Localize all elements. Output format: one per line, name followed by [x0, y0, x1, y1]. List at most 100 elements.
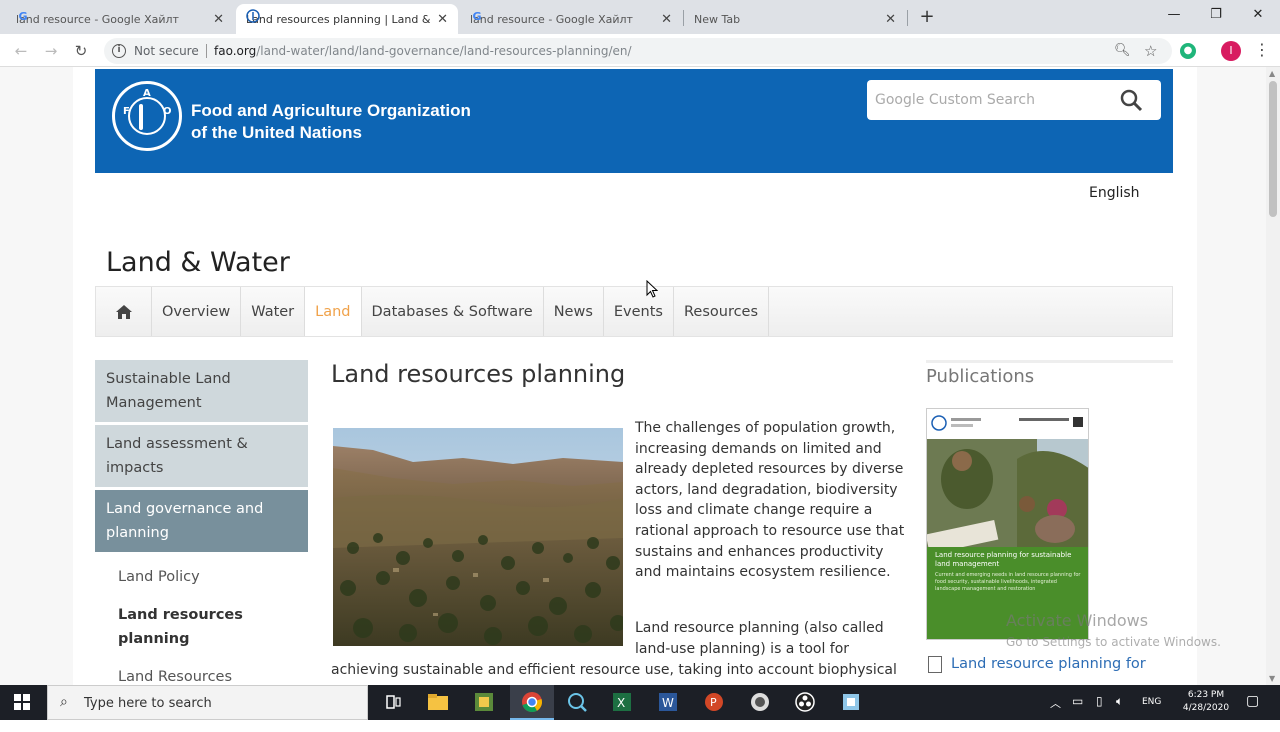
article-paragraph-2-continued: achieving sustainable and efficient reso… — [331, 662, 897, 678]
new-tab-button[interactable]: + — [916, 6, 938, 28]
url-path: /land-water/land/land-governance/land-re… — [256, 44, 632, 58]
fao-logo[interactable]: F A O — [112, 81, 182, 151]
cover-title: Land resource planning for sustainable l… — [935, 551, 1072, 568]
close-icon[interactable]: ✕ — [437, 12, 448, 27]
vertical-scrollbar[interactable]: ▲ ▼ — [1266, 67, 1280, 685]
nav-news[interactable]: News — [544, 287, 604, 336]
fao-favicon-icon — [246, 9, 260, 23]
scroll-up-icon[interactable]: ▲ — [1269, 69, 1275, 78]
url-text[interactable]: fao.org/land-water/land/land-governance/… — [214, 38, 632, 64]
globe-search-icon[interactable] — [564, 690, 590, 714]
publication-cover[interactable]: Land resource planning for sustainable l… — [926, 408, 1089, 640]
obs-icon[interactable] — [792, 690, 818, 714]
volume-icon[interactable]: 🔈︎ — [1116, 694, 1123, 729]
chrome-icon[interactable] — [519, 690, 545, 714]
app-icon[interactable] — [471, 690, 497, 714]
logo-letter-f: F — [123, 106, 130, 117]
sidebar-subitem-land-policy[interactable]: Land Policy — [95, 560, 308, 594]
tray-chevron-icon[interactable]: ︿ — [1050, 695, 1061, 730]
nav-land[interactable]: Land — [305, 287, 362, 336]
file-explorer-icon[interactable] — [425, 690, 451, 714]
org-name-line2: of the United Nations — [191, 123, 362, 142]
reload-icon[interactable]: ↻ — [70, 40, 92, 62]
url-separator — [206, 44, 207, 58]
address-bar[interactable]: i Not secure fao.org/land-water/land/lan… — [104, 38, 1172, 64]
sidebar-subitem-land-resources-planning[interactable]: Land resources planning — [95, 598, 308, 656]
chrome-menu-icon[interactable]: ⋮ — [1254, 40, 1270, 59]
app-icon-2[interactable] — [747, 690, 773, 714]
home-icon[interactable] — [96, 287, 152, 336]
article-paragraph-1: The challenges of population growth, inc… — [635, 420, 905, 581]
main-navigation: Overview Water Land Databases & Software… — [95, 286, 1173, 337]
close-icon[interactable]: ✕ — [213, 12, 224, 27]
windows-taskbar: ⌕ Type here to search X W P ︿ ▭ ▯ 🔈︎ ENG… — [0, 685, 1280, 720]
extension-icon[interactable]: ● — [1180, 43, 1196, 59]
back-icon[interactable]: ← — [10, 40, 32, 62]
word-icon[interactable]: W — [655, 690, 681, 714]
app-icon-3[interactable] — [838, 690, 864, 714]
sidebar: Sustainable Land Management Land assessm… — [95, 360, 308, 685]
sidebar-item-sustainable-land-management[interactable]: Sustainable Land Management — [95, 360, 308, 422]
tab-google-search-2[interactable]: G land resource - Google Хайлт ✕ — [460, 4, 682, 34]
powerpoint-icon[interactable]: P — [701, 690, 727, 714]
publications-heading: Publications — [926, 366, 1035, 387]
clock-time: 6:23 PM — [1187, 690, 1225, 700]
search-input[interactable] — [875, 90, 1115, 110]
nav-databases-software[interactable]: Databases & Software — [362, 287, 544, 336]
scrollbar-thumb[interactable] — [1269, 81, 1277, 217]
task-view-icon[interactable] — [381, 690, 407, 714]
minimize-icon[interactable]: — — [1154, 0, 1194, 32]
nav-water[interactable]: Water — [241, 287, 306, 336]
publication-link[interactable]: Land resource planning for — [951, 656, 1146, 672]
info-icon[interactable]: i — [112, 44, 126, 58]
notifications-icon[interactable]: ▢ — [1246, 693, 1259, 728]
tab-title: land resource - Google Хайлт — [470, 12, 633, 26]
svg-text:X: X — [617, 696, 625, 710]
activate-windows-watermark: Activate Windows — [1006, 611, 1149, 630]
browser-toolbar: ← → ↻ i Not secure fao.org/land-water/la… — [0, 34, 1280, 67]
landscape-photo — [333, 428, 623, 646]
sidebar-subitem-land-resources-planning-2[interactable]: Land Resources Planning — [95, 660, 308, 685]
organization-name[interactable]: Food and Agriculture Organization of the… — [191, 100, 471, 144]
nav-overview[interactable]: Overview — [152, 287, 242, 336]
zoom-icon[interactable]: 🔍︎ — [1114, 38, 1131, 64]
cover-header — [927, 409, 1088, 439]
close-window-icon[interactable]: ✕ — [1238, 0, 1278, 32]
section-title[interactable]: Land & Water — [106, 247, 290, 278]
article: Land resources planning The challenges o… — [331, 360, 904, 678]
org-name-line1: Food and Agriculture Organization — [191, 101, 471, 120]
forward-icon[interactable]: → — [40, 40, 62, 62]
close-icon[interactable]: ✕ — [661, 12, 672, 27]
close-icon[interactable]: ✕ — [885, 12, 896, 27]
cover-photo — [927, 439, 1088, 555]
page-content: F A O Food and Agriculture Organization … — [73, 67, 1197, 685]
taskbar-search-placeholder: Type here to search — [84, 696, 212, 711]
tab-land-resources-planning[interactable]: Land resources planning | Land & ✕ — [236, 4, 458, 34]
mouse-cursor-icon — [646, 279, 659, 302]
profile-avatar[interactable]: I — [1221, 41, 1241, 61]
scroll-down-icon[interactable]: ▼ — [1269, 674, 1275, 683]
windows-start-icon[interactable] — [14, 694, 30, 710]
tab-google-search-1[interactable]: G land resource - Google Хайлт ✕ — [6, 4, 234, 34]
bookmark-star-icon[interactable]: ☆ — [1144, 38, 1157, 64]
clock[interactable]: 6:23 PM 4/28/2020 — [1176, 689, 1236, 724]
battery-icon[interactable]: ▯ — [1096, 694, 1103, 729]
input-language[interactable]: ENG — [1142, 697, 1161, 732]
nav-resources[interactable]: Resources — [674, 287, 770, 336]
tab-new-tab[interactable]: New Tab ✕ — [684, 4, 906, 34]
tab-title: New Tab — [694, 12, 741, 26]
search-icon[interactable] — [1119, 88, 1143, 112]
language-selector[interactable]: English — [1089, 185, 1140, 201]
excel-icon[interactable]: X — [609, 690, 635, 714]
taskbar-search-box[interactable]: ⌕ Type here to search — [47, 685, 368, 720]
search-icon: ⌕ — [60, 694, 68, 710]
maximize-icon[interactable]: ❐ — [1196, 0, 1236, 32]
svg-text:W: W — [662, 696, 674, 710]
not-secure-label[interactable]: Not secure — [134, 38, 199, 64]
sidebar-item-land-governance[interactable]: Land governance and planning — [95, 490, 308, 552]
nav-events[interactable]: Events — [604, 287, 674, 336]
network-icon[interactable]: ▭ — [1072, 694, 1083, 729]
article-title: Land resources planning — [331, 360, 626, 388]
page-viewport: F A O Food and Agriculture Organization … — [0, 67, 1266, 685]
sidebar-item-land-assessment[interactable]: Land assessment & impacts — [95, 425, 308, 487]
